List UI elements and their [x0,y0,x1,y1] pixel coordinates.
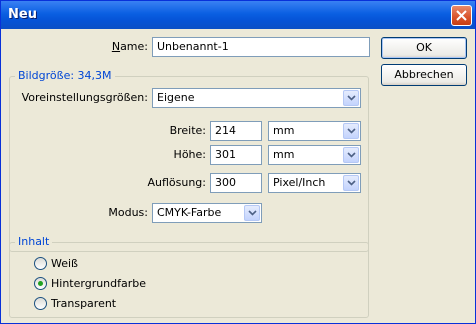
close-icon [456,10,467,21]
radio-transparent-circle[interactable] [34,297,47,310]
chevron-down-icon [347,128,356,134]
new-document-dialog: Neu Name: Unbenannt-1 OK Abbrechen Bildg… [0,0,476,324]
resolution-label: Auflösung: [147,176,206,189]
radio-selected-dot [38,281,43,286]
preset-value: Eigene [157,91,195,104]
chevron-down-icon [347,180,356,186]
cancel-button[interactable]: Abbrechen [381,64,467,86]
image-size-legend: Bildgröße: 34,3M [15,69,115,83]
preset-label: Voreinstellungsgrößen: [21,91,148,104]
resolution-unit-value: Pixel/Inch [273,176,326,189]
height-unit-value: mm [273,148,295,161]
title-bar[interactable]: Neu [1,1,475,29]
height-unit-select[interactable]: mm [268,145,361,165]
ok-button[interactable]: OK [381,37,467,59]
mode-select[interactable]: CMYK-Farbe [152,203,262,223]
dialog-title: Neu [8,7,37,22]
width-unit-value: mm [273,124,295,137]
width-label: Breite: [169,124,206,137]
close-button[interactable] [451,5,472,26]
chevron-down-icon [248,210,257,216]
preset-select[interactable]: Eigene [152,88,361,108]
dialog-body: Name: Unbenannt-1 OK Abbrechen Bildgröße… [4,29,472,322]
mode-value: CMYK-Farbe [157,206,222,219]
mode-label: Modus: [108,206,148,219]
radio-background-color-label: Hintergrundfarbe [51,277,147,290]
width-input[interactable]: 214 [210,121,262,141]
width-unit-select[interactable]: mm [268,121,361,141]
content-legend: Inhalt [15,235,53,249]
preset-dropdown-button[interactable] [343,90,359,106]
name-label: Name: [111,40,148,53]
resolution-unit-dropdown-button[interactable] [343,175,359,191]
height-label: Höhe: [173,148,206,161]
width-unit-dropdown-button[interactable] [343,123,359,139]
height-input[interactable]: 301 [210,145,262,165]
resolution-input[interactable]: 300 [210,173,262,193]
radio-transparent-label: Transparent [51,297,117,310]
radio-background-color-circle[interactable] [34,277,47,290]
height-unit-dropdown-button[interactable] [343,147,359,163]
name-input[interactable]: Unbenannt-1 [152,37,370,57]
chevron-down-icon [347,152,356,158]
chevron-down-icon [347,95,356,101]
mode-dropdown-button[interactable] [244,205,260,221]
radio-white-circle[interactable] [34,257,47,270]
resolution-unit-select[interactable]: Pixel/Inch [268,173,361,193]
radio-white-label: Weiß [51,257,78,270]
name-label-text: ame: [120,40,148,53]
